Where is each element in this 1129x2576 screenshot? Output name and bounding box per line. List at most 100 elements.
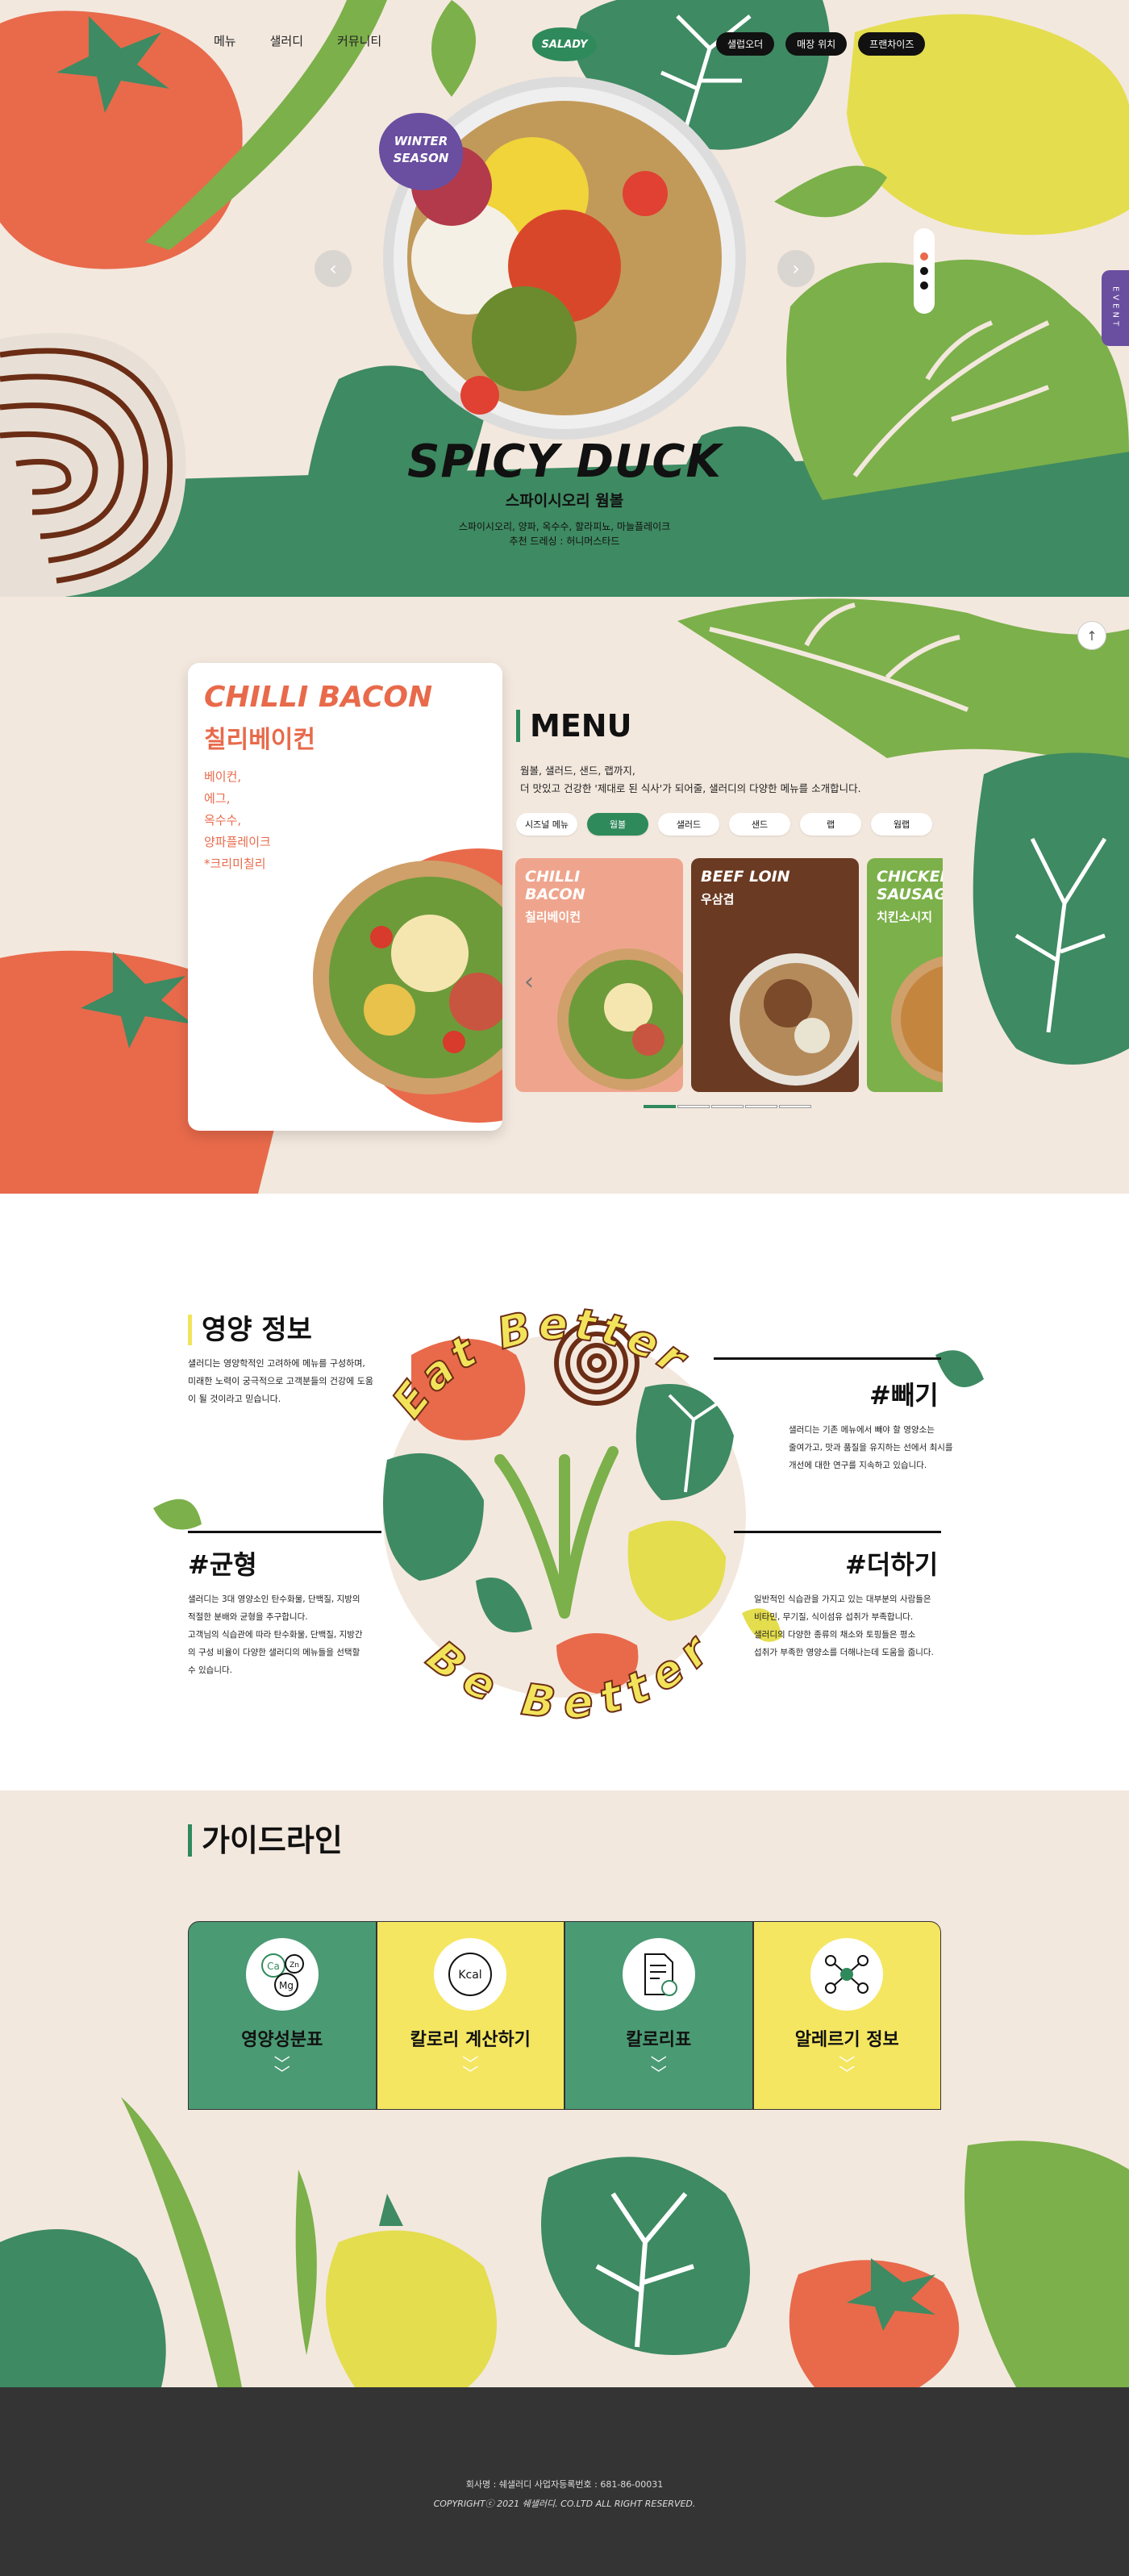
tag-balance: #균형 — [188, 1549, 257, 1580]
hero-dot-1[interactable] — [920, 252, 928, 261]
guide-cards: Ca Zn Mg 영양성분표 ﹀ ﹀ Kcal 칼로리 계산하기 ﹀ ﹀ 칼로리… — [188, 1921, 941, 2110]
carousel-prev-button[interactable]: ‹ — [524, 968, 534, 996]
hero-prev-button[interactable]: ‹ — [315, 250, 352, 287]
tab-seasonal[interactable]: 시즈널 메뉴 — [516, 813, 577, 836]
guide-card-label: 영양성분표 — [241, 2030, 323, 2050]
event-tab[interactable]: EVENT — [1102, 270, 1129, 346]
progress-step[interactable] — [711, 1105, 744, 1108]
footer: 회사명 : 쉐샐러디 사업자등록번호 : 681-86-00031 COPYRI… — [0, 2387, 1129, 2576]
menu-card-chilli-bacon[interactable]: CHILLI BACON 칠리베이컨 — [515, 858, 683, 1092]
desc-line: 줄여가고, 맛과 품질을 유지하는 선에서 최시를 — [789, 1443, 953, 1453]
order-button[interactable]: 샐럽오더 — [716, 32, 775, 56]
divider-line — [734, 1531, 941, 1533]
desc-line: 적절한 분배와 균형을 추구합니다. — [188, 1612, 308, 1622]
tab-salad[interactable]: 샐러드 — [658, 813, 719, 836]
guide-card-label: 칼로리표 — [626, 2030, 692, 2050]
featured-menu-card[interactable]: CHILLI BACON 칠리베이컨 베이컨, 에그, 옥수수, 양파플레이크 … — [188, 663, 502, 1131]
svg-text:Be Better: Be Better — [418, 1623, 723, 1729]
nav-link-menu[interactable]: 메뉴 — [214, 32, 236, 49]
desc-line: 섭취가 부족한 영양소를 더해나는데 도움을 줍니다. — [754, 1648, 934, 1657]
main-menu: 메뉴 샐러디 커뮤니티 — [214, 32, 381, 49]
guide-card-calorie-calculator[interactable]: Kcal 칼로리 계산하기 ﹀ ﹀ — [376, 1921, 564, 2110]
desc-line: 고객님의 식습관에 따라 탄수화물, 단백질, 지방간 — [188, 1630, 363, 1640]
scroll-top-button[interactable]: ↑ — [1077, 621, 1106, 650]
bowl-image — [891, 956, 943, 1083]
be-better-text: Be Better — [417, 1622, 719, 1730]
document-apple-graphic — [644, 1953, 677, 1996]
menu-card-beef-loin[interactable]: BEEF LOIN 우삼겹 — [691, 858, 859, 1092]
nutrient-elements-graphic: Ca Zn Mg — [260, 1953, 304, 1997]
chevron-right-icon: › — [792, 257, 800, 280]
carousel-progress — [644, 1105, 811, 1108]
guide-card-calorie-table[interactable]: 칼로리표 ﹀ ﹀ — [564, 1921, 753, 2110]
nav-link-salady[interactable]: 샐러디 — [270, 32, 303, 49]
company-info: 회사명 : 쉐샐러디 사업자등록번호 : 681-86-00031 — [465, 2479, 664, 2490]
menu-desc-line-1: 웜볼, 샐러드, 샌드, 랩까지, — [520, 765, 635, 777]
franchise-button[interactable]: 프랜차이즈 — [858, 32, 926, 56]
salady-logo[interactable]: SALADY — [532, 27, 597, 61]
nutrient-elements-icon: Ca Zn Mg — [245, 1938, 319, 2011]
tab-wrap[interactable]: 랩 — [800, 813, 861, 836]
chevron-left-icon: ‹ — [524, 968, 534, 996]
nutrition-title: 영양 정보 — [188, 1315, 312, 1345]
balance-description: 샐러디는 3대 영양소인 탄수화물, 단백질, 지방의 적절한 분배와 균형을 … — [188, 1590, 363, 1679]
copyright: COPYRIGHTⓒ 2021 쉐샐러디. CO.LTD ALL RIGHT R… — [433, 2499, 696, 2509]
hero-next-button[interactable]: › — [777, 250, 814, 287]
desc-line: 의 구성 비율이 다양한 샐러디의 메뉴들을 선택할 — [188, 1648, 360, 1657]
hero-section: 메뉴 샐러디 커뮤니티 SALADY 샐럽오더 매장 위치 프랜차이즈 WINT… — [0, 0, 1129, 597]
hero-desc-line-1: 스파이시오리, 양파, 옥수수, 할라피뇨, 마늘플레이크 — [458, 521, 671, 532]
double-chevron-down-icon: ﹀ ﹀ — [462, 2054, 479, 2083]
badge-line-2: SEASON — [393, 151, 449, 165]
ca-label: Ca — [267, 1961, 280, 1972]
featured-bowl-image — [313, 848, 502, 1123]
chevron-left-icon: ‹ — [329, 257, 337, 280]
hero-dot-2[interactable] — [920, 267, 928, 275]
kcal-graphic: Kcal — [448, 1953, 493, 1996]
nav-link-community[interactable]: 커뮤니티 — [337, 32, 381, 49]
nutrition-section: 영양 정보 샐러디는 영양학적인 고려하에 메뉴를 구성하며, 미래한 노력이 … — [0, 1194, 1129, 1790]
zn-label: Zn — [290, 1961, 299, 1970]
hero-desc-line-2: 추천 드레싱 : 허니머스타드 — [509, 536, 620, 547]
desc-line: 샐러디의 다양한 종류의 채소와 토핑들은 평소 — [754, 1630, 916, 1640]
menu-carousel: CHILLIBACON 칠리베이컨 BEEF LOIN 우삼겹 CHICKENS… — [515, 858, 943, 1092]
tab-warm-bowl[interactable]: 웜볼 — [587, 813, 648, 836]
tab-sand[interactable]: 샌드 — [729, 813, 790, 836]
bowl-image — [557, 948, 683, 1090]
menu-section: ↑ CHILLI BACON 칠리베이컨 베이컨, 에그, 옥수수, 양파플레이… — [0, 597, 1129, 1194]
hero-dot-3[interactable] — [920, 281, 928, 290]
desc-line: 비타민, 무기질, 식이섬유 섭취가 부족합니다. — [754, 1612, 914, 1622]
guide-card-label: 칼로리 계산하기 — [410, 2030, 531, 2050]
molecule-icon — [810, 1938, 884, 2011]
desc-line: 샐러디는 3대 영양소인 탄수화물, 단백질, 지방의 — [188, 1594, 360, 1604]
hero-subtitle: 스파이시오리 웜볼 — [505, 492, 624, 510]
double-chevron-down-icon: ﹀ ﹀ — [839, 2054, 856, 2083]
progress-step[interactable] — [779, 1105, 811, 1108]
guide-title: 가이드라인 — [188, 1824, 343, 1857]
menu-title: MENU — [516, 710, 631, 742]
progress-step[interactable] — [745, 1105, 777, 1108]
menu-card-chicken-sausage[interactable]: CHICKENSAUSAGE 치킨소시지 — [867, 858, 943, 1092]
guide-card-allergy-info[interactable]: 알레르기 정보 ﹀ ﹀ — [752, 1921, 941, 2110]
tag-subtract: #빼기 — [869, 1380, 939, 1411]
menu-description: 웜볼, 샐러드, 샌드, 랩까지, 더 맛있고 건강한 '제대로 된 식사'가 … — [520, 762, 861, 798]
svg-text:Eat Better: Eat Better — [382, 1298, 699, 1427]
guide-card-nutrition-table[interactable]: Ca Zn Mg 영양성분표 ﹀ ﹀ — [188, 1921, 377, 2110]
progress-step[interactable] — [677, 1105, 710, 1108]
top-navigation: 메뉴 샐러디 커뮤니티 SALADY 샐럽오더 매장 위치 프랜차이즈 — [0, 27, 1129, 61]
menu-desc-line-2: 더 맛있고 건강한 '제대로 된 식사'가 되어줄, 샐러디의 다양한 메뉴를 … — [520, 782, 861, 794]
store-location-button[interactable]: 매장 위치 — [785, 32, 848, 56]
guide-card-label: 알레르기 정보 — [794, 2030, 899, 2050]
desc-line: 개선에 대한 연구를 지속하고 있습니다. — [789, 1461, 927, 1470]
document-apple-icon — [622, 1938, 695, 2011]
tab-warm-wrap[interactable]: 웜랩 — [871, 813, 932, 836]
kcal-label: Kcal — [459, 1969, 482, 1982]
add-description: 일반적인 식습관을 가지고 있는 대부분의 사람들은 비타민, 무기질, 식이섬… — [754, 1590, 934, 1661]
desc-line: 일반적인 식습관을 가지고 있는 대부분의 사람들은 — [754, 1594, 931, 1604]
hero-description: 스파이시오리, 양파, 옥수수, 할라피뇨, 마늘플레이크 추천 드레싱 : 허… — [0, 519, 1129, 548]
desc-line: 샐러디는 기존 메뉴에서 빼야 할 영양소는 — [789, 1425, 935, 1435]
kcal-icon: Kcal — [434, 1938, 507, 2011]
eat-better-circle-text: Eat Better Be Better — [381, 1297, 723, 1730]
progress-step[interactable] — [644, 1105, 676, 1108]
desc-line: 수 있습니다. — [188, 1665, 232, 1675]
badge-line-1: WINTER — [394, 134, 448, 148]
